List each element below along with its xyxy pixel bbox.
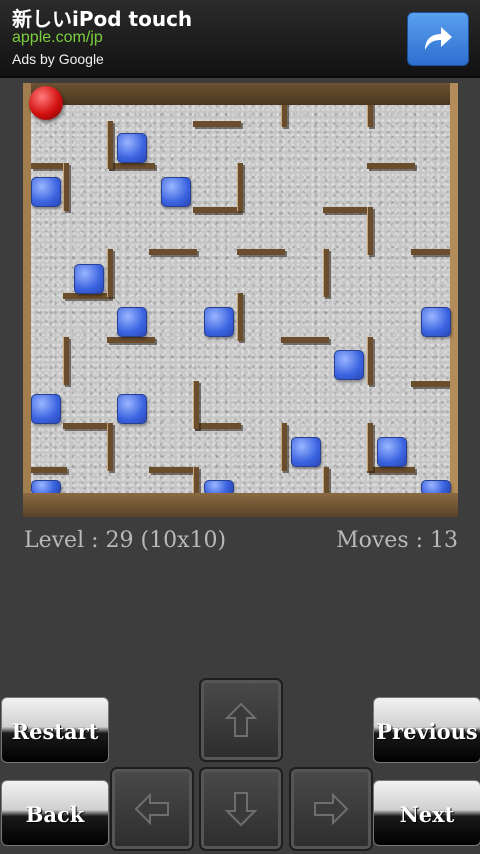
maze-wall <box>107 163 155 169</box>
maze-wall <box>237 249 285 255</box>
ad-action-button[interactable] <box>407 12 469 66</box>
ad-attribution: Ads by Google <box>12 51 104 67</box>
restart-button[interactable]: Restart <box>1 697 109 763</box>
dpad-down-button[interactable] <box>199 767 283 851</box>
target-tile <box>291 437 321 467</box>
maze-right-wall <box>450 83 458 517</box>
maze-wall <box>31 163 67 169</box>
ad-banner[interactable]: 新しいiPod touch apple.com/jp Ads by Google <box>0 0 480 78</box>
arrow-right-icon <box>314 792 349 826</box>
player-ball <box>29 86 63 120</box>
target-tile <box>334 350 364 380</box>
previous-button[interactable]: Previous <box>373 697 480 763</box>
maze-wall <box>107 121 113 169</box>
arrow-up-icon <box>224 702 258 737</box>
dpad-up-button[interactable] <box>199 678 283 762</box>
back-button[interactable]: Back <box>1 780 109 846</box>
maze-wall <box>411 249 451 255</box>
previous-button-label: Previous <box>376 718 478 744</box>
target-tile <box>421 307 451 337</box>
maze-wall <box>367 163 415 169</box>
target-tile <box>161 177 191 207</box>
maze-wall <box>237 163 243 211</box>
next-button[interactable]: Next <box>373 780 480 846</box>
arrow-left-icon <box>134 792 169 826</box>
maze-wall <box>411 381 451 387</box>
maze-wall <box>237 293 243 341</box>
maze-wall <box>193 423 241 429</box>
maze-wall <box>323 467 329 493</box>
next-button-label: Next <box>399 801 455 827</box>
maze-wall <box>193 381 199 429</box>
maze-wall <box>63 163 69 211</box>
maze-wall <box>281 423 287 471</box>
target-tile <box>117 133 147 163</box>
target-tile <box>204 307 234 337</box>
restart-button-label: Restart <box>11 718 99 744</box>
ad-url[interactable]: apple.com/jp <box>12 29 103 47</box>
maze-wall <box>31 467 67 473</box>
back-button-label: Back <box>25 801 85 827</box>
maze-wall <box>323 249 329 297</box>
target-tile <box>377 437 407 467</box>
maze-wall <box>323 207 371 213</box>
maze-wall <box>281 337 329 343</box>
target-tile <box>31 394 61 424</box>
share-arrow-icon <box>425 27 452 50</box>
target-tile <box>31 177 61 207</box>
maze-bottom-wall <box>23 493 458 517</box>
maze-wall <box>367 467 415 473</box>
maze-wall <box>107 423 113 471</box>
dpad-left-button[interactable] <box>110 767 194 851</box>
maze-left-wall <box>23 83 31 517</box>
target-tile <box>117 307 147 337</box>
maze-wall <box>63 337 69 385</box>
maze-wall <box>149 249 197 255</box>
maze-wall <box>367 207 373 255</box>
maze-wall <box>107 249 113 297</box>
dpad-right-button[interactable] <box>289 767 373 851</box>
maze-wall <box>149 467 197 473</box>
target-tile <box>117 394 147 424</box>
level-label: Level : 29 (10x10) <box>24 528 227 553</box>
maze-wall <box>63 423 111 429</box>
arrow-down-icon <box>224 792 258 827</box>
maze-wall <box>193 467 199 493</box>
moves-counter: Moves : 13 <box>336 528 458 553</box>
maze-wall <box>107 337 155 343</box>
maze-wall <box>367 423 373 471</box>
maze-wall <box>193 207 241 213</box>
maze-wall <box>193 121 241 127</box>
maze-top-wall <box>31 83 450 105</box>
ad-title[interactable]: 新しいiPod touch <box>12 3 192 32</box>
target-tile <box>74 264 104 294</box>
maze-wall <box>367 337 373 385</box>
